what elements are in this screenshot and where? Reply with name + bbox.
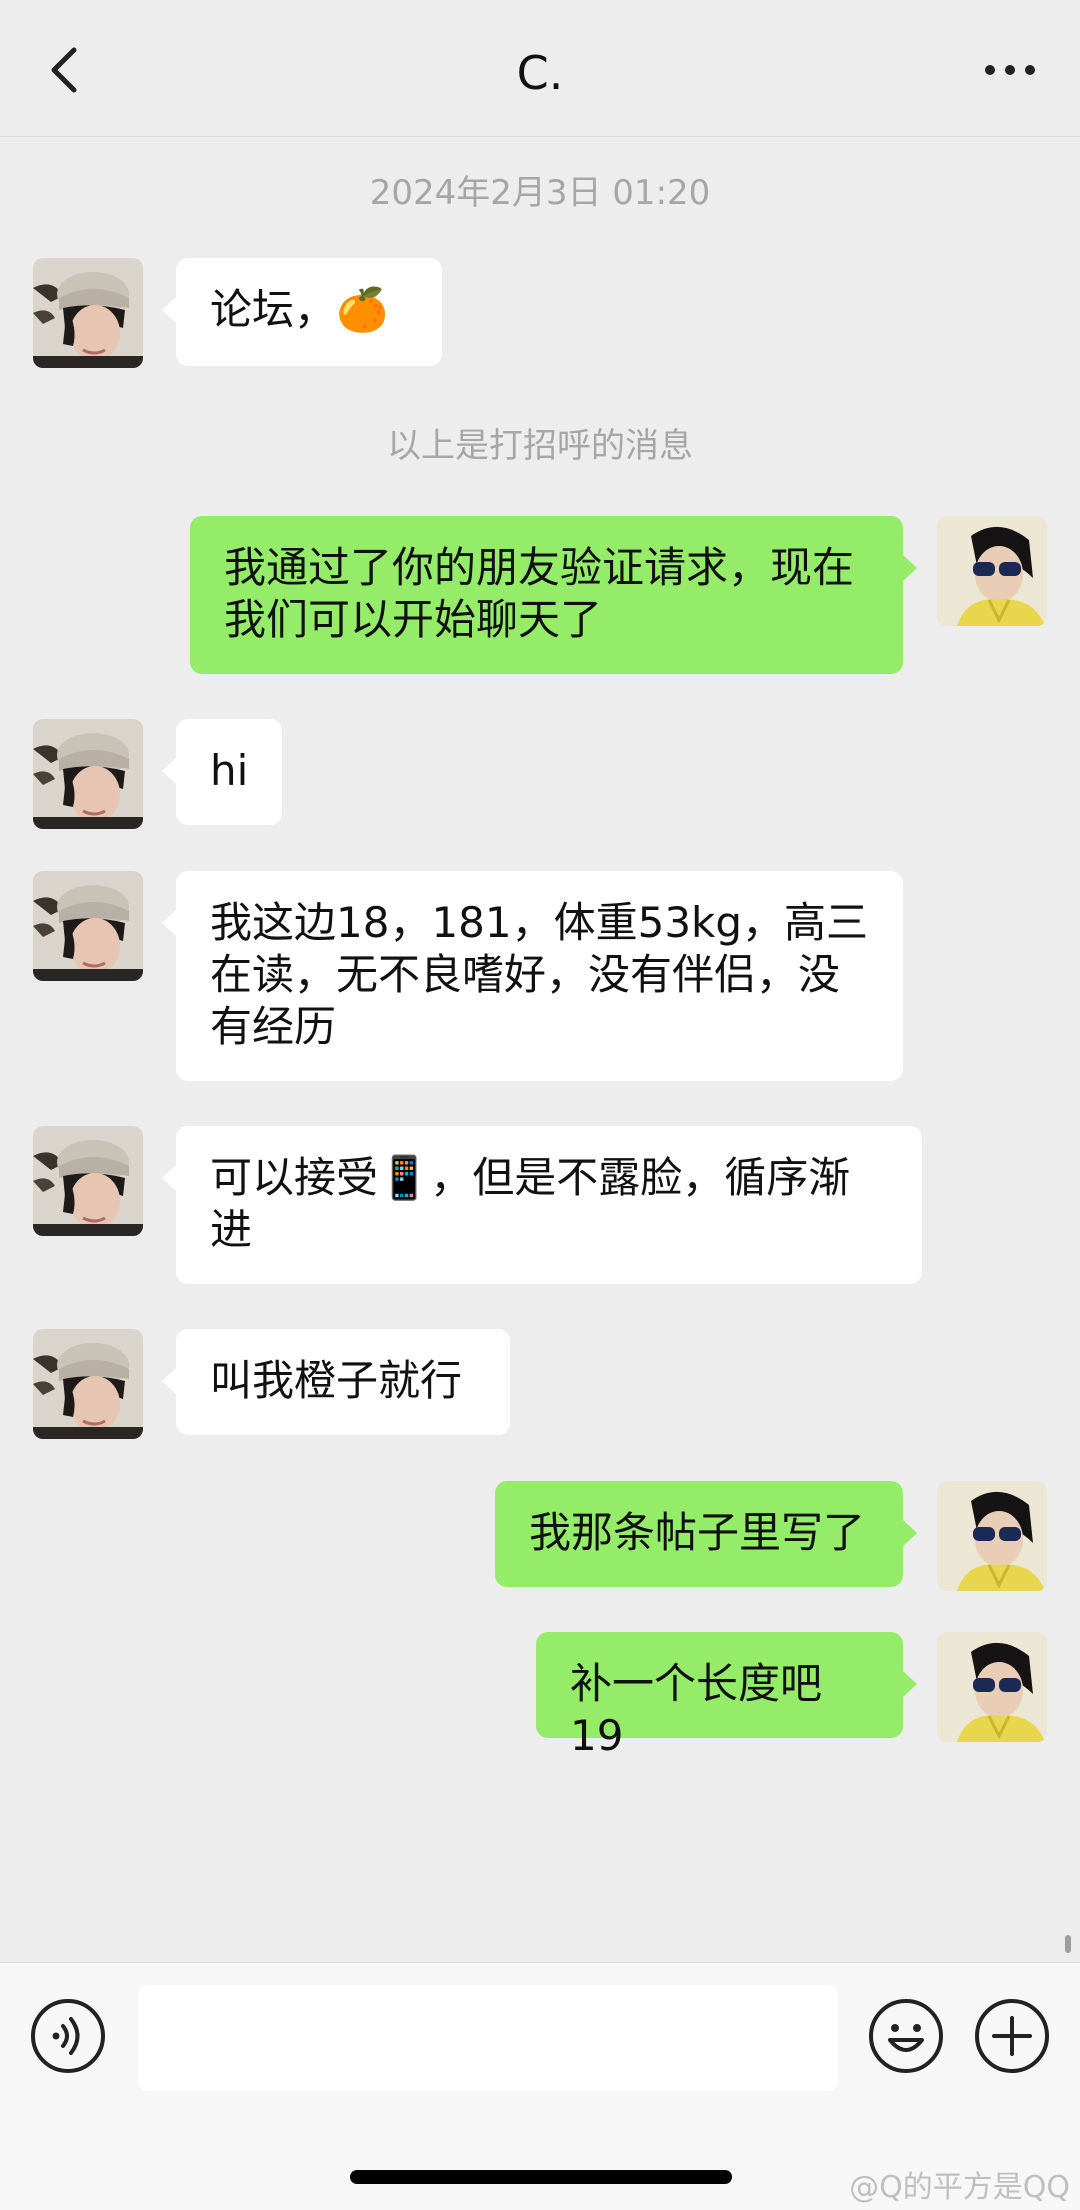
incoming-message-bubble[interactable]: 可以接受📱，但是不露脸，循序渐进 bbox=[162, 1126, 922, 1284]
contact-avatar[interactable] bbox=[33, 871, 143, 981]
watermark: @Q的平方是QQ bbox=[849, 2170, 1070, 2205]
chat-title: C. bbox=[516, 46, 564, 100]
emoji-icon[interactable] bbox=[868, 1998, 944, 2074]
outgoing-message-bubble[interactable]: 补一个长度吧19 bbox=[536, 1632, 917, 1760]
system-notice: 以上是打招呼的消息 bbox=[387, 426, 693, 466]
more-dots-icon[interactable] bbox=[980, 50, 1040, 90]
voice-icon[interactable] bbox=[30, 1998, 106, 2074]
contact-avatar[interactable] bbox=[33, 719, 143, 829]
incoming-message-bubble[interactable]: 我这边18，181，体重53kg，高三在读，无不良嗜好，没有伴侣，没有经历 bbox=[162, 871, 903, 1081]
incoming-message-bubble[interactable]: 叫我橙子就行 bbox=[162, 1329, 510, 1435]
plus-icon[interactable] bbox=[974, 1998, 1050, 2074]
my-avatar[interactable] bbox=[937, 516, 1047, 626]
chat-header: C. bbox=[0, 0, 1080, 137]
scroll-indicator[interactable] bbox=[1065, 1935, 1071, 1953]
home-indicator[interactable] bbox=[350, 2170, 732, 2184]
incoming-message-bubble[interactable]: hi bbox=[162, 719, 282, 825]
incoming-message-bubble[interactable]: 论坛，🍊 bbox=[162, 258, 442, 366]
my-avatar[interactable] bbox=[937, 1481, 1047, 1591]
message-timestamp: 2024年2月3日 01:20 bbox=[369, 173, 711, 213]
contact-avatar[interactable] bbox=[33, 1126, 143, 1236]
outgoing-message-bubble[interactable]: 我那条帖子里写了 bbox=[495, 1481, 917, 1587]
outgoing-message-bubble[interactable]: 我通过了你的朋友验证请求，现在我们可以开始聊天了 bbox=[190, 516, 917, 674]
contact-avatar[interactable] bbox=[33, 1329, 143, 1439]
contact-avatar[interactable] bbox=[33, 258, 143, 368]
message-input[interactable] bbox=[138, 1985, 838, 2091]
my-avatar[interactable] bbox=[937, 1632, 1047, 1742]
